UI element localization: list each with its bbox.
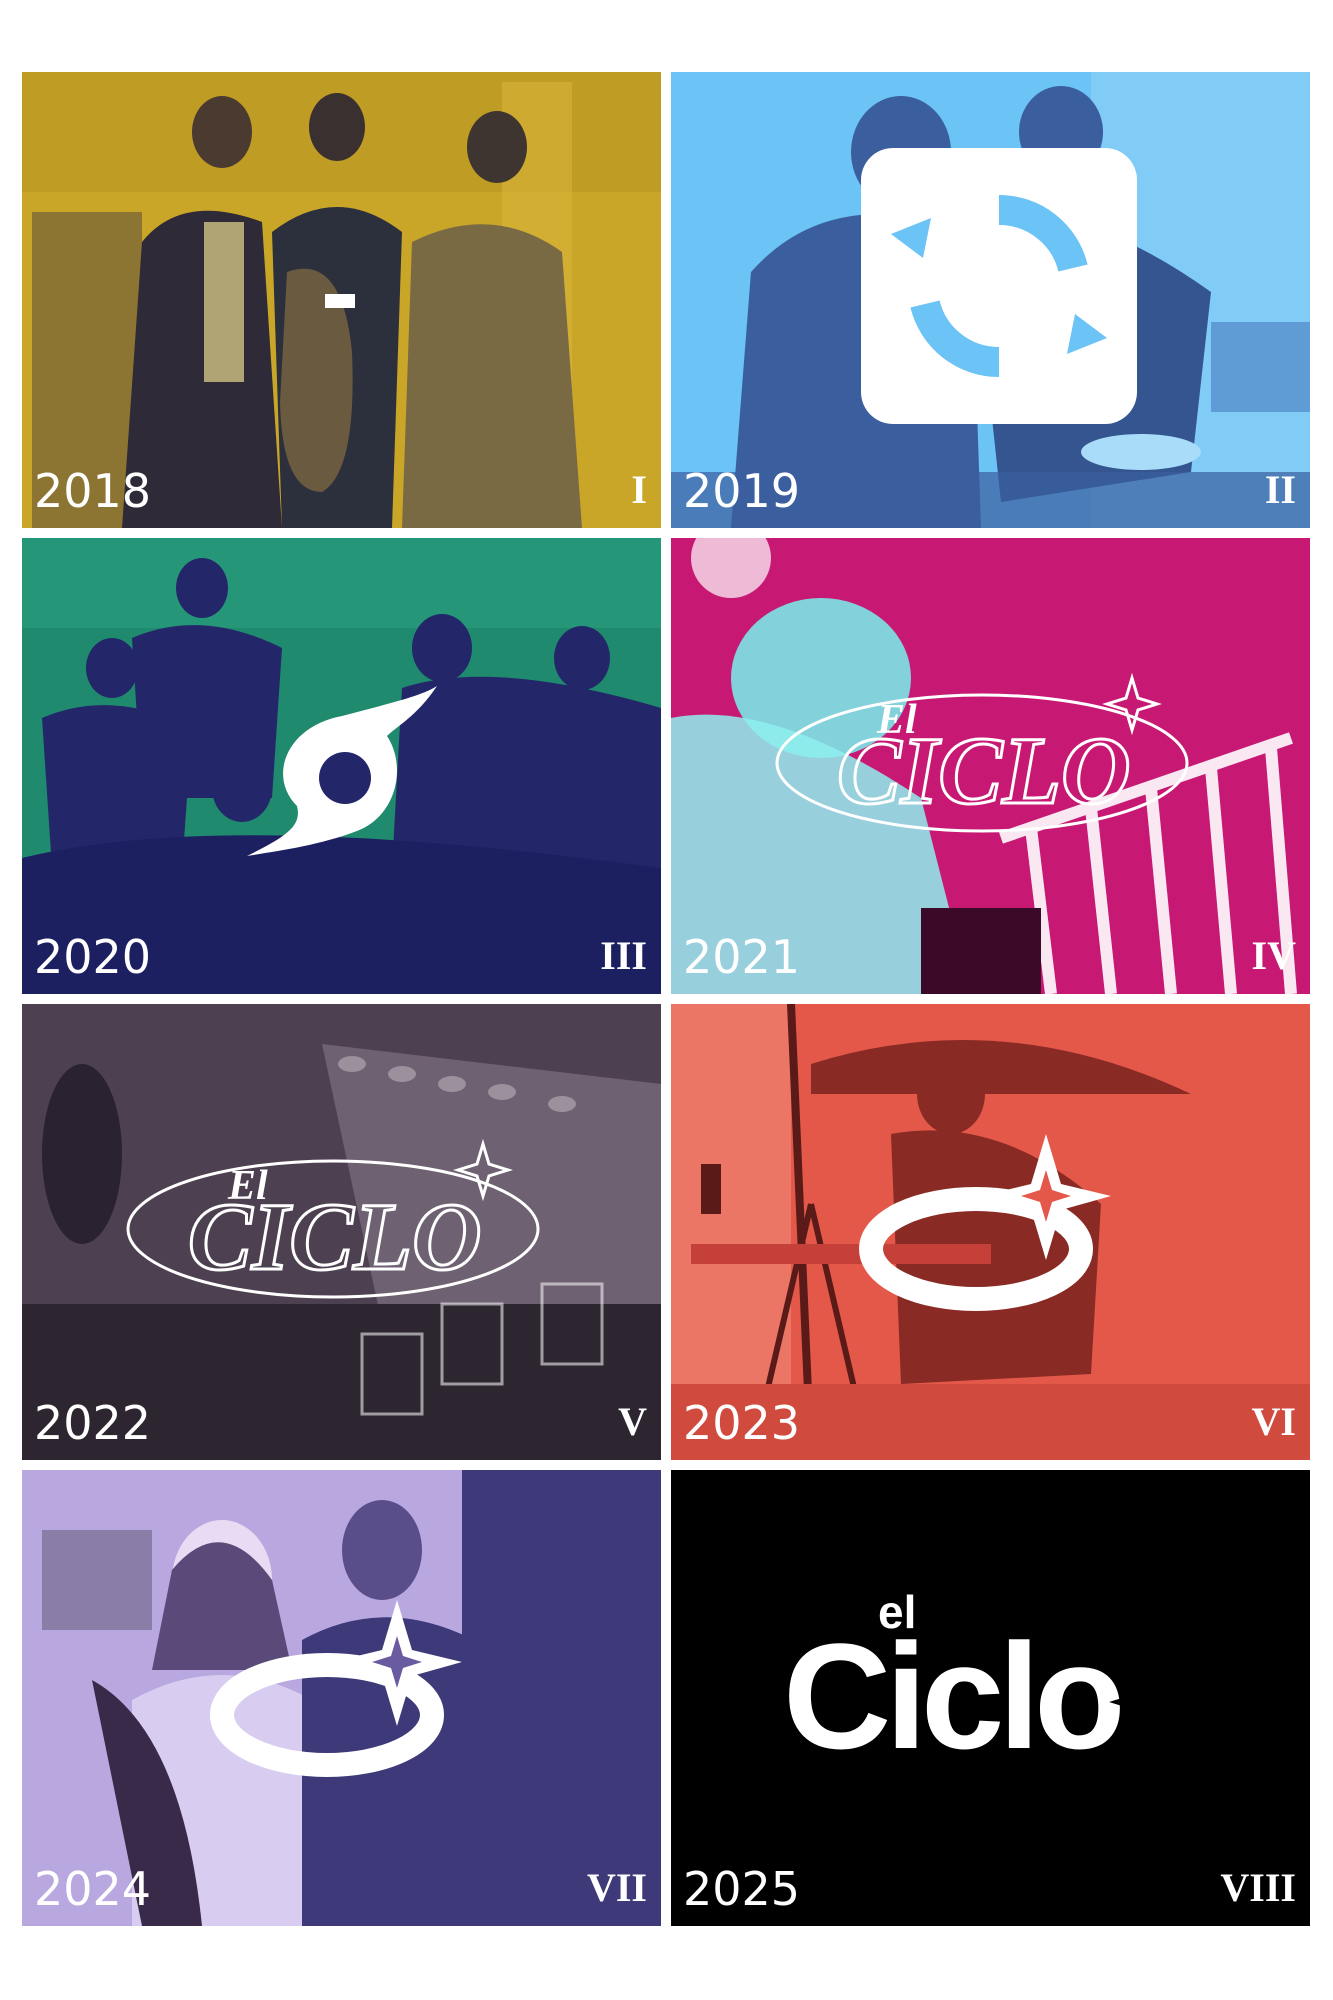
roman-numeral: II bbox=[1264, 467, 1296, 512]
year-label: 2022 bbox=[34, 1396, 152, 1450]
year-label: 2018 bbox=[34, 464, 152, 518]
bar-icon bbox=[325, 294, 355, 308]
roman-numeral: VIII bbox=[1220, 1865, 1296, 1910]
wordmark-big: CICLO bbox=[188, 1183, 481, 1290]
el-ciclo-wordmark: El CICLO bbox=[775, 672, 1189, 833]
tile-2020[interactable]: 2020 III bbox=[22, 538, 661, 994]
ring-star-icon bbox=[859, 1134, 1111, 1311]
roman-numeral: V bbox=[618, 1399, 647, 1444]
year-label: 2021 bbox=[683, 930, 801, 984]
roman-numeral: VI bbox=[1251, 1399, 1296, 1444]
tile-2023[interactable]: 2023 VI bbox=[671, 1004, 1310, 1460]
tile-2022[interactable]: El CICLO 2022 V bbox=[22, 1004, 661, 1460]
tile-2019[interactable]: 2019 II bbox=[671, 72, 1310, 528]
roman-numeral: I bbox=[631, 467, 647, 512]
el-ciclo-block-logo: el Ciclo bbox=[783, 1588, 1177, 1758]
roman-numeral: III bbox=[600, 933, 647, 978]
year-label: 2023 bbox=[683, 1396, 801, 1450]
tile-2018[interactable]: 2018 I bbox=[22, 72, 661, 528]
tile-2024[interactable]: 2024 VII bbox=[22, 1470, 661, 1926]
tile-2021[interactable]: El CICLO 2021 IV bbox=[671, 538, 1310, 994]
roman-numeral: VII bbox=[586, 1865, 647, 1910]
wordmark-big: CICLO bbox=[837, 717, 1130, 824]
year-label: 2024 bbox=[34, 1862, 152, 1916]
roman-numeral: IV bbox=[1251, 933, 1296, 978]
year-label: 2019 bbox=[683, 464, 801, 518]
block-logo-big: Ciclo bbox=[783, 1612, 1120, 1758]
refresh-icon bbox=[861, 148, 1137, 424]
year-grid: 2018 I 2019 II 2020 III El CICLO 2021 IV… bbox=[22, 72, 1310, 1926]
year-label: 2025 bbox=[683, 1862, 801, 1916]
tile-2025[interactable]: el Ciclo 2025 VIII bbox=[671, 1470, 1310, 1926]
ring-star-icon bbox=[210, 1600, 462, 1777]
hurricane-icon bbox=[247, 686, 437, 856]
el-ciclo-wordmark: El CICLO bbox=[126, 1138, 540, 1299]
year-label: 2020 bbox=[34, 930, 152, 984]
